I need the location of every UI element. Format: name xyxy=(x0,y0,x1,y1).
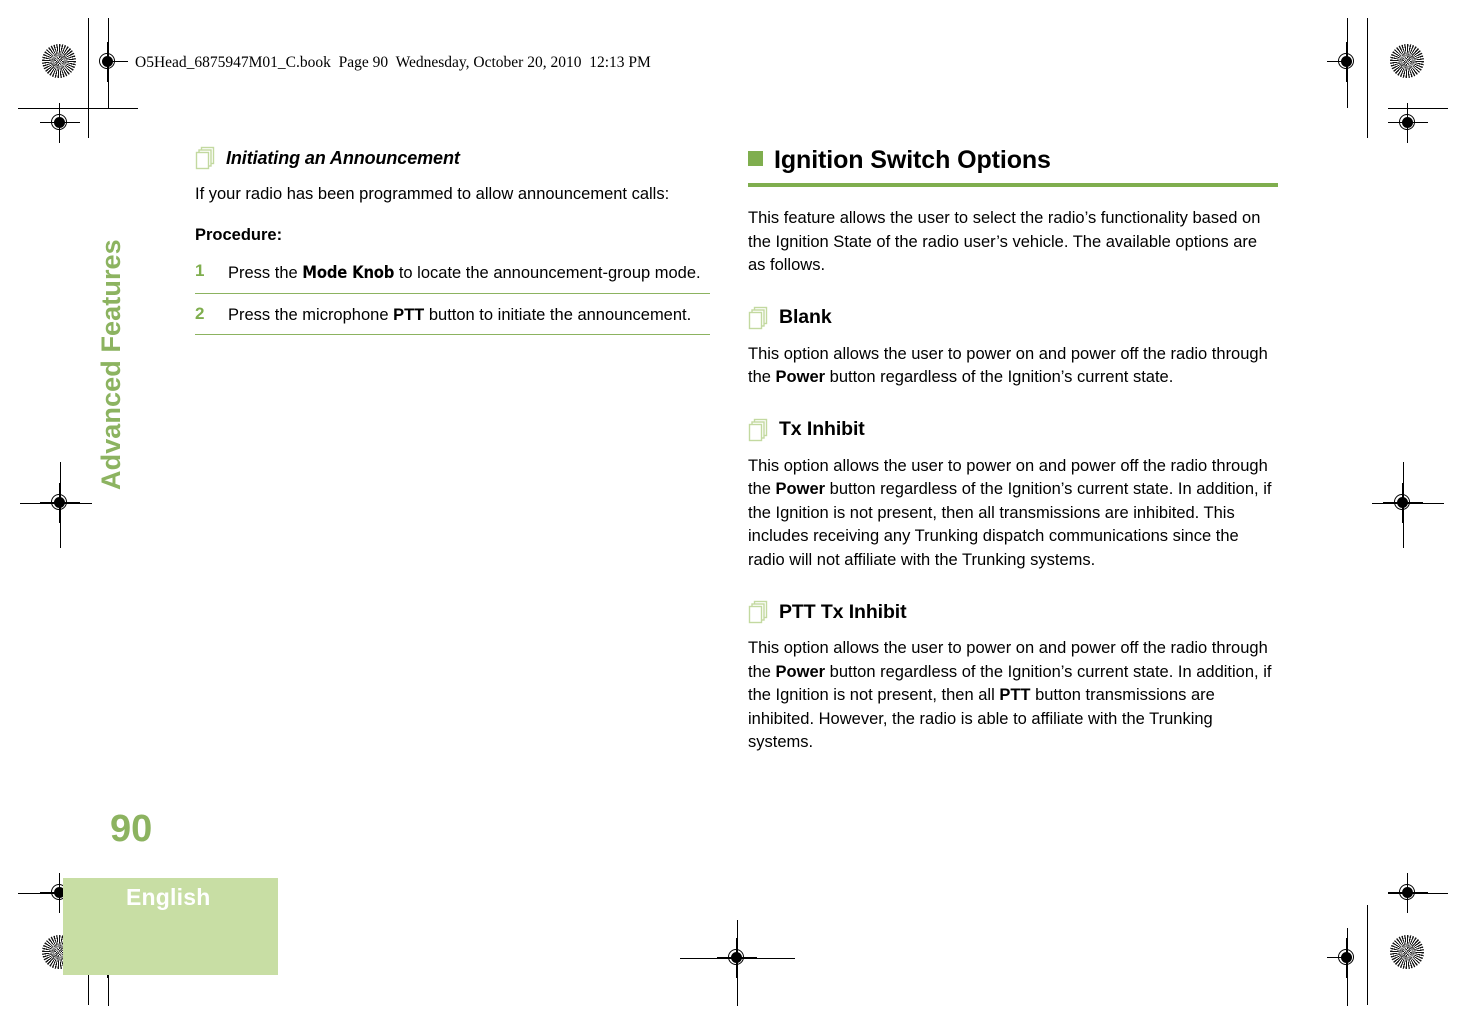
intro-text: If your radio has been programmed to all… xyxy=(195,185,670,203)
language-label: English xyxy=(126,884,211,910)
registration-mark-bottom-right xyxy=(1327,938,1367,978)
subsection-heading-ptt-tx-inhibit: PTT Tx Inhibit xyxy=(748,600,1278,624)
registration-mark-top-right xyxy=(1327,42,1367,82)
step-text-before: Press the xyxy=(228,264,303,282)
subsection-heading-blank: Blank xyxy=(748,306,1278,330)
subsection-heading-label: Initiating an Announcement xyxy=(226,147,460,168)
trim-line-right-bottom xyxy=(1367,905,1368,1005)
document-page: O5Head_6875947M01_C.book Page 90 Wednesd… xyxy=(0,0,1462,1013)
stacked-pages-icon xyxy=(195,146,215,170)
trim-line-right-outer xyxy=(1367,18,1368,138)
intro-paragraph: If your radio has been programmed to all… xyxy=(195,183,710,207)
step-number: 1 xyxy=(195,261,205,280)
section-intro-paragraph: This feature allows the user to select t… xyxy=(748,207,1278,278)
registration-mark-upper-left xyxy=(40,103,80,143)
section-heading-ignition-switch-options: Ignition Switch Options xyxy=(748,146,1278,187)
right-text-column: Ignition Switch Options This feature all… xyxy=(748,146,1278,772)
star-target-top-left xyxy=(42,44,76,78)
subsection-paragraph-tx-inhibit: This option allows the user to power on … xyxy=(748,455,1278,573)
left-text-column: Initiating an Announcement If your radio… xyxy=(195,146,710,345)
procedure-label: Procedure: xyxy=(195,224,710,248)
subsection-paragraph-blank: This option allows the user to power on … xyxy=(748,343,1278,390)
section-heading-label: Ignition Switch Options xyxy=(774,146,1051,174)
subsection-heading-label: PTT Tx Inhibit xyxy=(779,600,907,623)
page-number: 90 xyxy=(110,808,153,850)
subsection-heading-tx-inhibit: Tx Inhibit xyxy=(748,418,1278,442)
green-square-bullet-icon xyxy=(748,151,763,166)
procedure-step-1: 1 Press the Mode Knob to locate the anno… xyxy=(195,261,710,294)
paragraph-emphasis-2: PTT xyxy=(999,686,1031,704)
stacked-pages-icon xyxy=(748,306,768,329)
subsection-heading-label: Tx Inhibit xyxy=(779,418,865,440)
registration-mark-upper-right xyxy=(1388,103,1428,143)
procedure-label-text: Procedure: xyxy=(195,225,283,244)
step-text-before: Press the microphone xyxy=(228,305,394,324)
registration-mark-top-left xyxy=(88,42,128,82)
paragraph-emphasis: Power xyxy=(775,480,826,498)
subsection-heading-label: Blank xyxy=(779,306,832,328)
subsection-heading-initiating-announcement: Initiating an Announcement xyxy=(195,146,710,170)
step-emphasis: PTT xyxy=(393,305,425,324)
star-target-bottom-right xyxy=(1390,935,1424,969)
subsection-paragraph-ptt-tx-inhibit: This option allows the user to power on … xyxy=(748,637,1278,755)
registration-mark-right-middle xyxy=(1383,483,1423,523)
file-header-text: O5Head_6875947M01_C.book Page 90 Wednesd… xyxy=(135,54,651,71)
step-text-after: to locate the announcement-group mode. xyxy=(394,264,701,282)
step-text: Press the Mode Knob to locate the announ… xyxy=(228,263,701,282)
stacked-pages-icon xyxy=(748,418,768,441)
step-text: Press the microphone PTT button to initi… xyxy=(228,306,691,324)
procedure-step-2: 2 Press the microphone PTT button to ini… xyxy=(195,303,710,335)
paragraph-emphasis-1: Power xyxy=(775,662,826,681)
registration-mark-bottom-center xyxy=(717,938,757,978)
step-text-after: button to initiate the announcement. xyxy=(424,305,692,324)
star-target-top-right xyxy=(1390,44,1424,78)
paragraph-text-after: button regardless of the Ignition’s curr… xyxy=(825,368,1174,386)
registration-mark-lower-right xyxy=(1388,873,1428,913)
step-number: 2 xyxy=(195,303,205,323)
paragraph-emphasis: Power xyxy=(775,368,826,386)
registration-mark-left-middle xyxy=(40,483,80,523)
paragraph-text-after: button regardless of the Ignition’s curr… xyxy=(748,480,1272,569)
section-intro-text: This feature allows the user to select t… xyxy=(748,209,1261,274)
stacked-pages-icon xyxy=(748,600,768,624)
chapter-tab-label: Advanced Features xyxy=(96,239,126,490)
step-emphasis: Mode Knob xyxy=(302,263,395,282)
